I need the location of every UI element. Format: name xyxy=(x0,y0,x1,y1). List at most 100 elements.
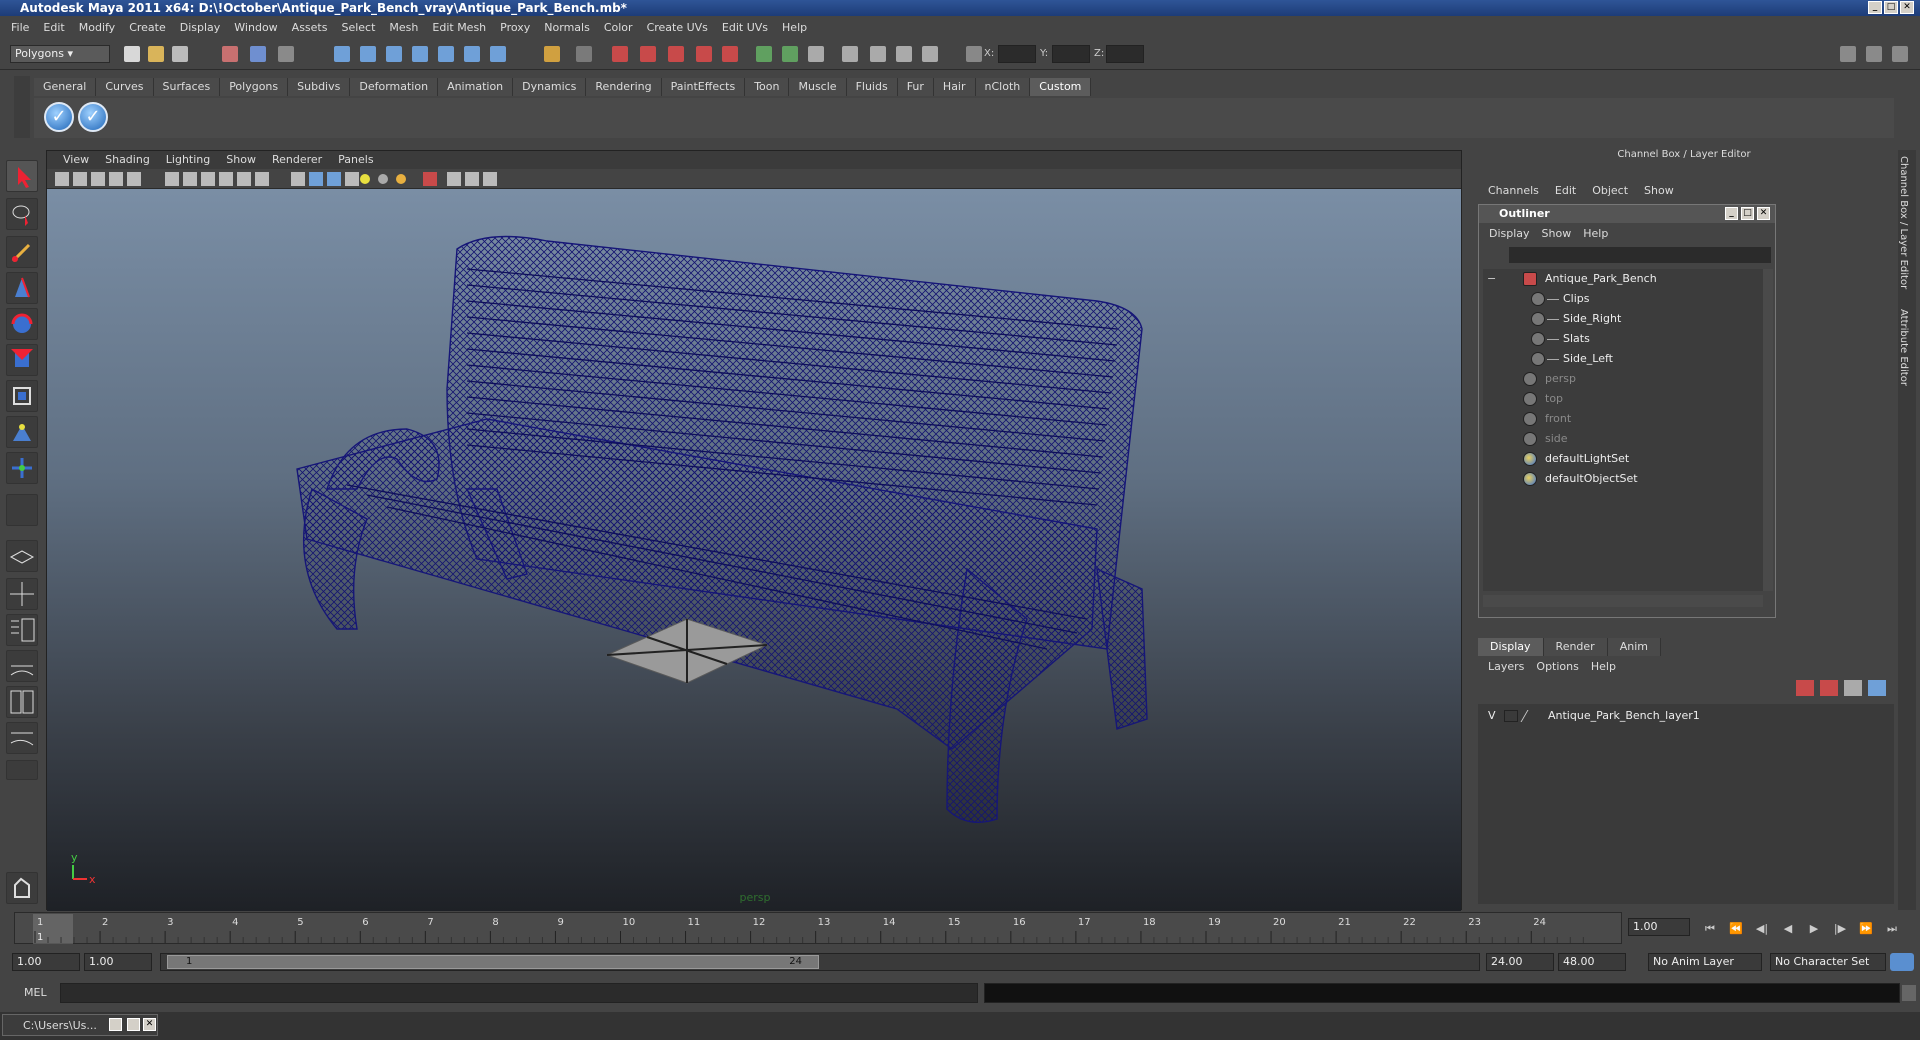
shelf-tab-ncloth[interactable]: nCloth xyxy=(975,78,1031,96)
paint-select-tool-icon[interactable] xyxy=(6,236,38,268)
character-set-select[interactable]: No Character Set xyxy=(1770,953,1886,971)
shelf-tab-painteffects[interactable]: PaintEffects xyxy=(661,78,746,96)
outliner-horizontal-scrollbar[interactable] xyxy=(1483,595,1763,607)
x-field[interactable] xyxy=(998,45,1036,63)
bench-wireframe-model[interactable]: y x persp xyxy=(47,189,1461,911)
current-time-field[interactable]: 1.00 xyxy=(1628,918,1690,936)
shelf-tab-surfaces[interactable]: Surfaces xyxy=(153,78,221,96)
outliner-item[interactable]: defaultLightSet xyxy=(1483,449,1763,469)
side-tab-channel-box[interactable]: Channel Box / Layer Editor xyxy=(1898,156,1909,289)
range-slider-track[interactable]: 1 24 xyxy=(160,953,1480,971)
layer-tab-anim[interactable]: Anim xyxy=(1607,638,1661,656)
shelf-tab-animation[interactable]: Animation xyxy=(438,78,514,96)
minimized-restore-button[interactable] xyxy=(109,1018,122,1031)
menu-set-select[interactable]: Polygons ▾ xyxy=(10,45,110,63)
shelf-tab-fur[interactable]: Fur xyxy=(897,78,934,96)
layout-icon[interactable] xyxy=(922,46,938,62)
select-component-icon[interactable] xyxy=(278,46,294,62)
shelf-tab-subdivs[interactable]: Subdivs xyxy=(288,78,351,96)
menu-display[interactable]: Display xyxy=(173,21,228,34)
y-field[interactable] xyxy=(1052,45,1090,63)
menu-edit-mesh[interactable]: Edit Mesh xyxy=(425,21,493,34)
open-scene-icon[interactable] xyxy=(148,46,164,62)
shelf-tab-rendering[interactable]: Rendering xyxy=(586,78,662,96)
step-back-frame-button[interactable]: ◀| xyxy=(1752,920,1772,938)
play-forwards-button[interactable]: ▶ xyxy=(1804,920,1824,938)
layer-name[interactable]: Antique_Park_Bench_layer1 xyxy=(1548,706,1700,726)
layer-row[interactable]: V Antique_Park_Bench_layer1 xyxy=(1478,706,1894,726)
quick-layout-icon[interactable] xyxy=(6,872,38,904)
snap-curve-icon[interactable] xyxy=(360,46,376,62)
menu-mesh[interactable]: Mesh xyxy=(382,21,425,34)
select-hierarchy-icon[interactable] xyxy=(222,46,238,62)
new-layer-icon[interactable] xyxy=(1844,680,1862,696)
layer-color-swatch[interactable] xyxy=(1520,710,1540,722)
layer-menu-options[interactable]: Options xyxy=(1530,660,1584,673)
scale-tool-icon[interactable] xyxy=(6,344,38,376)
outliner-item[interactable]: − Antique_Park_Bench xyxy=(1483,269,1763,289)
menu-create[interactable]: Create xyxy=(122,21,173,34)
auto-key-icon[interactable] xyxy=(1890,953,1914,971)
manipulator-tool-icon[interactable] xyxy=(6,380,38,412)
outliner-menu-help[interactable]: Help xyxy=(1577,227,1614,240)
transform-mode-icon[interactable] xyxy=(966,46,982,62)
outliner-item[interactable]: persp xyxy=(1483,369,1763,389)
show-hide-icon[interactable] xyxy=(756,46,772,62)
snapshot-icon[interactable] xyxy=(896,46,912,62)
viewport-menu-shading[interactable]: Shading xyxy=(97,151,158,169)
go-to-start-button[interactable]: ⏮ xyxy=(1700,920,1720,938)
attribute-editor-icon[interactable] xyxy=(1866,46,1882,62)
panel-toggle-icon[interactable] xyxy=(1840,46,1856,62)
go-to-end-button[interactable]: ⏭ xyxy=(1882,920,1902,938)
render-region-icon[interactable] xyxy=(870,46,886,62)
channel-box-menu-edit[interactable]: Edit xyxy=(1547,184,1584,197)
side-tab-attribute-editor[interactable]: Attribute Editor xyxy=(1898,309,1909,386)
input-ops-icon[interactable] xyxy=(576,46,592,62)
anim-layer-select[interactable]: No Anim Layer xyxy=(1648,953,1762,971)
move-tool-icon[interactable] xyxy=(6,272,38,304)
menu-edit-uvs[interactable]: Edit UVs xyxy=(715,21,775,34)
outliner-filter-field[interactable] xyxy=(1509,247,1771,263)
soft-mod-tool-icon[interactable] xyxy=(6,416,38,448)
menu-normals[interactable]: Normals xyxy=(537,21,597,34)
viewport-menu-lighting[interactable]: Lighting xyxy=(158,151,218,169)
make-live-icon[interactable] xyxy=(438,46,454,62)
z-field[interactable] xyxy=(1106,45,1144,63)
range-slider-bar[interactable]: 1 24 xyxy=(167,955,819,969)
layer-menu-help[interactable]: Help xyxy=(1585,660,1622,673)
menu-edit[interactable]: Edit xyxy=(36,21,71,34)
minimized-close-button[interactable]: ✕ xyxy=(143,1018,156,1031)
minimize-button[interactable]: _ xyxy=(1868,1,1882,14)
shelf-tab-muscle[interactable]: Muscle xyxy=(789,78,847,96)
menu-modify[interactable]: Modify xyxy=(72,21,122,34)
outliner-item[interactable]: top xyxy=(1483,389,1763,409)
shelf-tab-curves[interactable]: Curves xyxy=(96,78,154,96)
viewport-toolbar-icons[interactable] xyxy=(47,169,647,189)
command-language-label[interactable]: MEL xyxy=(24,986,47,999)
snap-plane-icon[interactable] xyxy=(412,46,428,62)
persp-graph-layout-icon[interactable] xyxy=(6,650,38,682)
end-time-field[interactable]: 48.00 xyxy=(1558,953,1626,971)
shelf-tab-hair[interactable]: Hair xyxy=(933,78,976,96)
command-input[interactable] xyxy=(60,983,978,1003)
menu-select[interactable]: Select xyxy=(334,21,382,34)
outliner-item[interactable]: side xyxy=(1483,429,1763,449)
shelf-tab-fluids[interactable]: Fluids xyxy=(846,78,898,96)
channel-box-menu-channels[interactable]: Channels xyxy=(1480,184,1547,197)
shelf-tab-general[interactable]: General xyxy=(34,78,97,96)
outliner-menu-show[interactable]: Show xyxy=(1536,227,1578,240)
shelf-handle[interactable] xyxy=(14,76,30,138)
render-settings-icon[interactable] xyxy=(668,46,684,62)
outliner-item[interactable]: defaultObjectSet xyxy=(1483,469,1763,489)
last-tool-icon[interactable] xyxy=(6,452,38,484)
layer-menu-layers[interactable]: Layers xyxy=(1482,660,1530,673)
menu-help[interactable]: Help xyxy=(775,21,814,34)
script-editor-icon[interactable] xyxy=(1902,985,1916,1001)
new-scene-icon[interactable] xyxy=(124,46,140,62)
layer-visibility-toggle[interactable]: V xyxy=(1488,706,1496,726)
tool-settings-icon[interactable] xyxy=(808,46,824,62)
outliner-item[interactable]: Side_Left xyxy=(1483,349,1763,369)
outliner-item[interactable]: Side_Right xyxy=(1483,309,1763,329)
time-slider[interactable]: 1 2 3 4 5 6 7 8 9 10 11 12 13 14 15 16 17 18 19 20 21 22 23 24 1 xyxy=(14,912,1622,944)
shelf-tab-toon[interactable]: Toon xyxy=(745,78,790,96)
